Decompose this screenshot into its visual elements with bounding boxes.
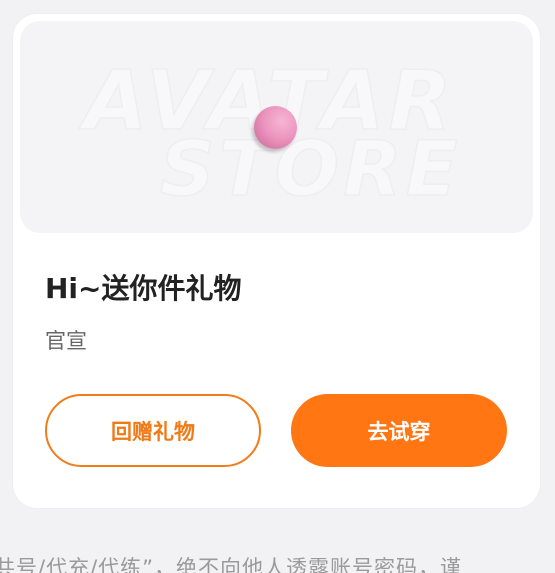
- gift-page: AVATAR STORE Hi~送你件礼物 官宣 回赠礼物 去试穿 共号/代充/…: [0, 0, 555, 573]
- gift-banner: AVATAR STORE: [20, 21, 533, 233]
- gift-sender: 官宣: [45, 329, 87, 353]
- gift-card: AVATAR STORE Hi~送你件礼物 官宣 回赠礼物 去试穿: [13, 14, 540, 508]
- security-notice: 共号/代充/代练”，绝不向他人透露账号密码，谨: [0, 556, 463, 573]
- gift-title: Hi~送你件礼物: [45, 272, 242, 305]
- try-on-button[interactable]: 去试穿: [291, 394, 507, 467]
- gift-item-image: [254, 106, 297, 149]
- return-gift-button[interactable]: 回赠礼物: [45, 394, 261, 467]
- banner-watermark-store: STORE: [159, 124, 462, 213]
